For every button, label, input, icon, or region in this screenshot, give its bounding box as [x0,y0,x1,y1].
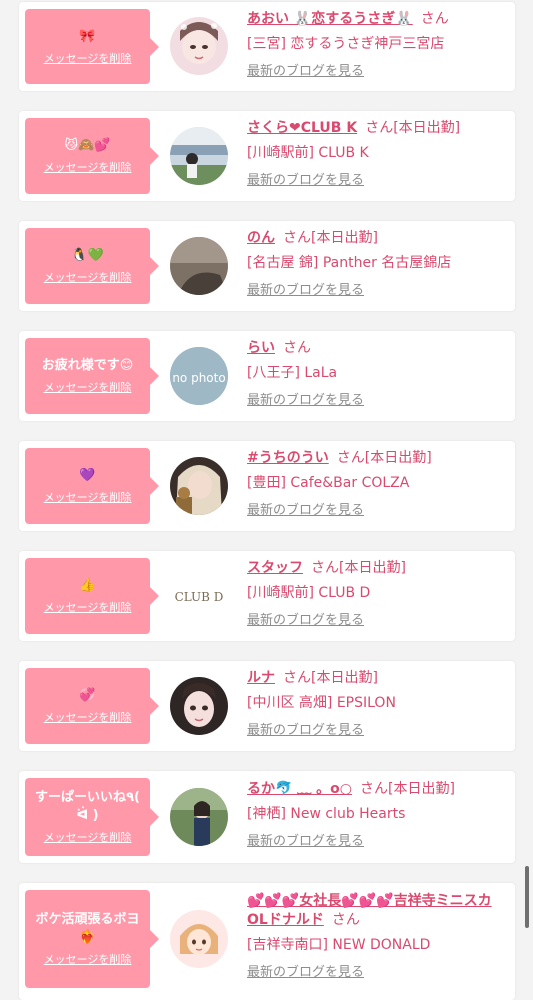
latest-blog-link[interactable]: 最新のブログを見る [247,392,364,409]
avatar[interactable] [170,457,228,515]
message-text: お疲れ様です😊 [41,358,134,373]
girl-info: あおい 🐰恋するうさぎ🐰 さん [三宮] 恋するうさぎ神戸三宮店 最新のブログを見… [247,10,509,80]
list-item: 💜 メッセージを削除 #うちのうい さん[本日出勤] [豊田] Cafe&Bar … [19,441,515,531]
latest-blog-link[interactable]: 最新のブログを見る [247,964,364,981]
girl-name-link[interactable]: のん [247,230,275,246]
girl-name-link[interactable]: らい [247,340,275,356]
list-item: お疲れ様です😊 メッセージを削除 no photo らい さん [八王子] LaL… [19,331,515,421]
message-bubble: 🎀 メッセージを削除 [25,9,159,84]
shop-info: [中川区 高畑] EPSILON [247,695,396,711]
message-text: 🎀 [79,28,96,44]
message-text: 💞 [79,688,96,703]
message-bubble: すーぱーいいね٩( ᐛ ) メッセージを削除 [25,778,159,856]
message-bubble: 😼🙈💕 メッセージを削除 [25,118,159,194]
avatar[interactable]: CLUB D [170,567,228,625]
status-badge: [本日出勤] [364,450,432,466]
list-item: ボケ活頑張るボヨ❤️‍🔥 メッセージを削除 💕💕💕女社長💕💕💕吉祥寺ミニスカOL… [19,883,515,1000]
status-badge: [本日出勤] [311,230,378,246]
delete-message-button[interactable]: メッセージを削除 [44,52,132,66]
honorific: さん [420,11,449,27]
girl-info: #うちのうい さん[本日出勤] [豊田] Cafe&Bar COLZA 最新のブロ… [247,449,509,519]
latest-blog-link[interactable]: 最新のブログを見る [247,502,364,519]
honorific: さん [360,781,389,797]
message-text: ボケ活頑張るボヨ❤️‍🔥 [35,912,140,945]
scrollbar[interactable] [525,866,529,928]
avatar[interactable] [170,788,228,846]
message-text: 👍 [79,578,96,593]
avatar[interactable] [170,17,228,75]
delete-message-button[interactable]: メッセージを削除 [44,381,132,395]
latest-blog-link[interactable]: 最新のブログを見る [247,722,364,739]
status-badge: [本日出勤] [339,560,406,576]
latest-blog-link[interactable]: 最新のブログを見る [247,282,364,299]
delete-message-button[interactable]: メッセージを削除 [44,491,132,505]
message-bubble: 👍 メッセージを削除 [25,558,159,634]
girl-name-link[interactable]: るか🐬 ﹏ 。o○ [247,781,352,797]
honorific: さん [283,340,311,356]
girl-name-link[interactable]: さくら❤CLUB K [247,120,357,136]
list-item: すーぱーいいね٩( ᐛ ) メッセージを削除 るか🐬 ﹏ 。o○ さん[本日出勤]… [19,771,515,863]
delete-message-button[interactable]: メッセージを削除 [44,601,132,615]
girl-info: るか🐬 ﹏ 。o○ さん[本日出勤] [神栖] New club Hearts 最… [247,780,509,850]
message-bubble: 🐧💚 メッセージを削除 [25,228,159,304]
message-text: 💜 [79,468,96,483]
message-bubble: お疲れ様です😊 メッセージを削除 [25,338,159,414]
list-item: 🎀 メッセージを削除 あおい 🐰恋するうさぎ🐰 さん [三宮] 恋するうさぎ神戸三… [19,2,515,91]
honorific: さん [283,670,311,686]
girl-name-link[interactable]: ルナ [247,670,275,686]
shop-info: [川崎駅前] CLUB K [247,145,369,161]
status-badge: [本日出勤] [388,781,455,797]
girl-name-link[interactable]: スタッフ [247,560,303,576]
shop-info: [豊田] Cafe&Bar COLZA [247,475,410,491]
honorific: さん [336,450,365,466]
latest-blog-link[interactable]: 最新のブログを見る [247,63,364,80]
avatar[interactable] [170,677,228,735]
message-bubble: 💜 メッセージを削除 [25,448,159,524]
shop-info: [名古屋 錦] Panther 名古屋錦店 [247,255,452,271]
status-badge: [本日出勤] [393,120,461,136]
status-badge: [本日出勤] [311,670,378,686]
girl-name-link[interactable]: あおい 🐰恋するうさぎ🐰 [247,11,413,27]
latest-blog-link[interactable]: 最新のブログを見る [247,612,364,629]
message-text: 😼🙈💕 [64,138,111,153]
delete-message-button[interactable]: メッセージを削除 [44,271,132,285]
shop-info: [吉祥寺南口] NEW DONALD [247,937,431,953]
delete-message-button[interactable]: メッセージを削除 [44,711,132,725]
girl-info: ルナ さん[本日出勤] [中川区 高畑] EPSILON 最新のブログを見る [247,669,509,739]
list-item: 👍 メッセージを削除 CLUB D スタッフ さん[本日出勤] [川崎駅前] CL… [19,551,515,641]
girl-info: スタッフ さん[本日出勤] [川崎駅前] CLUB D 最新のブログを見る [247,559,509,629]
avatar[interactable] [170,237,228,295]
girl-info: のん さん[本日出勤] [名古屋 錦] Panther 名古屋錦店 最新のブログを… [247,229,509,299]
no-photo-text: no photo [172,371,225,385]
message-bubble: ボケ活頑張るボヨ❤️‍🔥 メッセージを削除 [25,890,159,988]
avatar[interactable]: no photo [170,347,228,405]
girl-name-link[interactable]: 💕💕💕女社長💕💕💕吉祥寺ミニスカOLドナルド [247,893,492,928]
honorific: さん [283,230,311,246]
list-item: 💞 メッセージを削除 ルナ さん[本日出勤] [中川区 高畑] EPSILON 最… [19,661,515,751]
message-text: 🐧💚 [71,248,104,263]
club-d-logo-text: CLUB D [175,590,224,604]
girl-info: 💕💕💕女社長💕💕💕吉祥寺ミニスカOLドナルド さん [吉祥寺南口] NEW DON… [247,892,509,981]
honorific: さん [365,120,394,136]
message-text: すーぱーいいね٩( ᐛ ) [35,790,140,823]
delete-message-button[interactable]: メッセージを削除 [44,831,132,845]
latest-blog-link[interactable]: 最新のブログを見る [247,172,364,189]
shop-info: [三宮] 恋するうさぎ神戸三宮店 [247,36,445,52]
list-item: 🐧💚 メッセージを削除 のん さん[本日出勤] [名古屋 錦] Panther 名… [19,221,515,311]
delete-message-button[interactable]: メッセージを削除 [44,953,132,967]
honorific: さん [311,560,339,576]
girl-info: さくら❤CLUB K さん[本日出勤] [川崎駅前] CLUB K 最新のブログを… [247,119,509,189]
message-bubble: 💞 メッセージを削除 [25,668,159,744]
shop-info: [八王子] LaLa [247,365,338,381]
girl-info: らい さん [八王子] LaLa 最新のブログを見る [247,339,509,409]
avatar[interactable] [170,910,228,968]
shop-info: [川崎駅前] CLUB D [247,585,371,601]
list-item: 😼🙈💕 メッセージを削除 さくら❤CLUB K さん[本日出勤] [川崎駅前] C… [19,111,515,201]
honorific: さん [331,912,360,928]
girl-name-link[interactable]: #うちのうい [247,450,329,466]
latest-blog-link[interactable]: 最新のブログを見る [247,833,364,850]
avatar[interactable] [170,127,228,185]
shop-info: [神栖] New club Hearts [247,806,406,822]
delete-message-button[interactable]: メッセージを削除 [44,161,132,175]
